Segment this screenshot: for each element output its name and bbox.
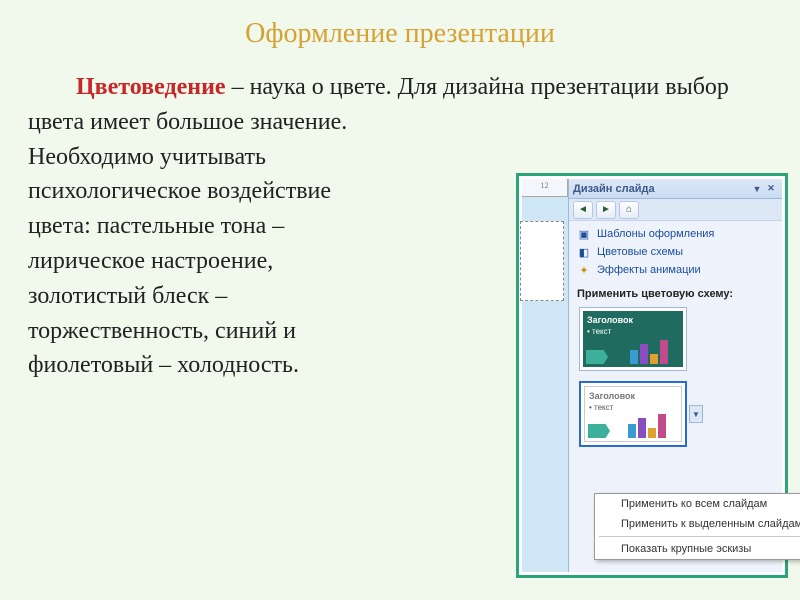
menu-apply-selected[interactable]: Применить к выделенным слайдам: [595, 514, 800, 534]
task-pane-titlebar: Дизайн слайда ▼ ✕: [569, 179, 782, 199]
link-color-schemes[interactable]: ◧ Цветовые схемы: [577, 243, 776, 261]
task-pane-title: Дизайн слайда: [573, 183, 655, 195]
color-scheme-thumbnails: Заголовок • текст Заголовок • текст: [569, 303, 782, 465]
body-line: фиолетовый – холодность.: [28, 348, 408, 383]
task-pane: Дизайн слайда ▼ ✕ ◄ ► ⌂ ▣ Шаблоны оформл…: [568, 179, 782, 572]
thumb-shape-icon: [586, 350, 608, 364]
close-icon[interactable]: ✕: [764, 182, 778, 196]
task-pane-links: ▣ Шаблоны оформления ◧ Цветовые схемы ✦ …: [569, 221, 782, 285]
embedded-screenshot: 12 Дизайн слайда ▼ ✕ ◄ ► ⌂ ▣ Шаблоны офо: [516, 173, 788, 578]
context-menu: Применить ко всем слайдам Применить к вы…: [594, 493, 800, 560]
color-scheme-thumb-dark[interactable]: Заголовок • текст: [579, 307, 687, 371]
body-line: психологическое воздействие: [28, 174, 408, 209]
thumb-title: Заголовок: [589, 391, 677, 401]
menu-large-preview[interactable]: Показать крупные эскизы: [595, 539, 800, 559]
body-line: Необходимо учитывать: [28, 140, 408, 175]
ruler-mark: 12: [522, 179, 568, 196]
body-line: золотистый блеск –: [28, 279, 408, 314]
nav-forward-button[interactable]: ►: [596, 201, 616, 219]
paragraph-2: Необходимо учитывать психологическое воз…: [28, 140, 408, 384]
templates-icon: ▣: [577, 227, 591, 241]
animation-icon: ✦: [577, 263, 591, 277]
link-label: Эффекты анимации: [597, 264, 701, 276]
link-label: Шаблоны оформления: [597, 228, 714, 240]
apply-scheme-label: Применить цветовую схему:: [569, 285, 782, 303]
menu-apply-all[interactable]: Применить ко всем слайдам: [595, 494, 800, 514]
paragraph-1: Цветоведение – наука о цвете. Для дизайн…: [28, 70, 772, 140]
task-pane-nav: ◄ ► ⌂: [569, 199, 782, 221]
link-animation-effects[interactable]: ✦ Эффекты анимации: [577, 261, 776, 279]
body-line: цвета: пастельные тона –: [28, 209, 408, 244]
thumb-shape-icon: [588, 424, 610, 438]
term-highlight: Цветоведение: [76, 74, 226, 100]
dropdown-icon[interactable]: ▼: [750, 182, 764, 196]
body-line: торжественность, синий и: [28, 314, 408, 349]
thumb-bullet: • текст: [589, 403, 677, 412]
body-line: лирическое настроение,: [28, 244, 408, 279]
link-label: Цветовые схемы: [597, 246, 683, 258]
slide-placeholder: [520, 221, 564, 301]
color-schemes-icon: ◧: [577, 245, 591, 259]
thumb-title: Заголовок: [587, 315, 679, 325]
thumb-bullet: • текст: [587, 327, 679, 336]
link-design-templates[interactable]: ▣ Шаблоны оформления: [577, 225, 776, 243]
thumb-chart-icon: [630, 338, 680, 364]
nav-home-button[interactable]: ⌂: [619, 201, 639, 219]
thumb-dropdown-button[interactable]: ▼: [689, 405, 703, 423]
color-scheme-thumb-light[interactable]: Заголовок • текст ▼: [579, 381, 687, 447]
nav-back-button[interactable]: ◄: [573, 201, 593, 219]
editor-area: [522, 197, 568, 572]
slide-title: Оформление презентации: [0, 0, 800, 50]
thumb-chart-icon: [628, 412, 678, 438]
menu-separator: [599, 536, 800, 537]
